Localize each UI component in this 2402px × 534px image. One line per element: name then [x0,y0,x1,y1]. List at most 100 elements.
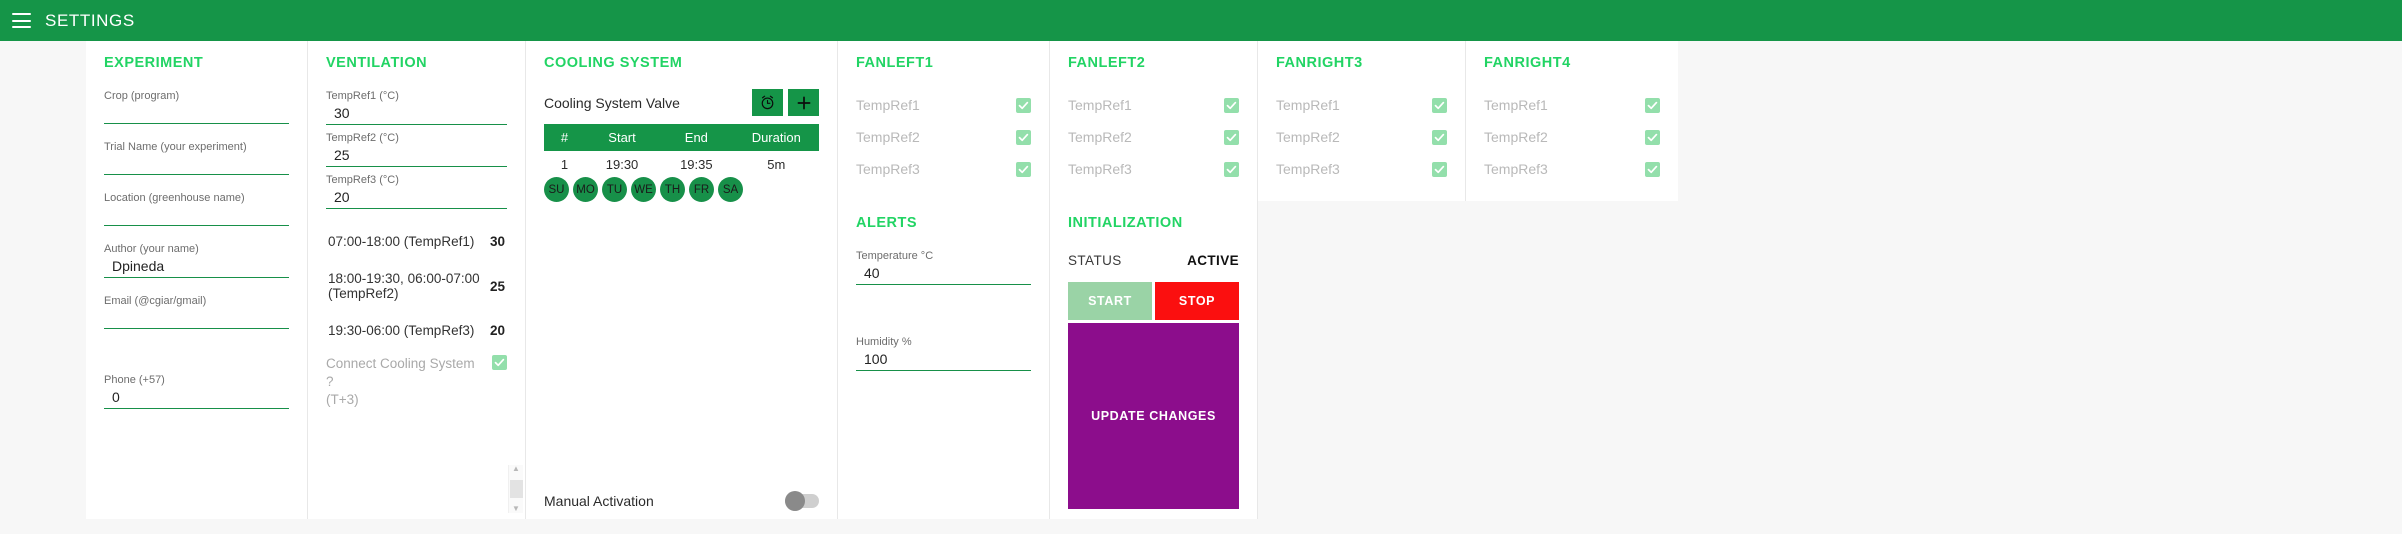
fanright3-tempref2-row[interactable]: TempRef2 [1276,121,1447,153]
toggle-knob [785,491,805,511]
fanleft2-tempref3-checkbox[interactable] [1224,161,1239,177]
day-chip-we[interactable]: WE [631,177,656,202]
schedule-value: 30 [489,234,505,249]
card-title-fanleft2: FANLEFT2 [1068,55,1146,71]
tempref3-input[interactable]: 20 [326,187,507,209]
ventilation-schedule-list: 07:00-18:00 (TempRef1) 30 18:00-19:30, 0… [326,223,507,409]
day-chip-fr[interactable]: FR [689,177,714,202]
card-fanleft1: FANLEFT1 TempRef1 TempRef2 TempRef3 [838,41,1050,201]
phone-input[interactable]: 0 [104,387,289,409]
manual-activation-row: Manual Activation [544,485,819,511]
day-chip-su[interactable]: SU [544,177,569,202]
fanright4-tempref2-row[interactable]: TempRef2 [1484,121,1660,153]
status-badge: ACTIVE [1187,253,1239,268]
fanright3-tempref1-checkbox[interactable] [1432,97,1447,113]
fanright4-tempref1-row[interactable]: TempRef1 [1484,89,1660,121]
location-input[interactable] [104,205,289,226]
card-title-initialization: INITIALIZATION [1068,215,1183,231]
field-label-phone: Phone (+57) [104,374,165,386]
cell-duration: 5m [767,157,786,172]
fanright3-tempref2-checkbox[interactable] [1432,129,1447,145]
alert-humidity-input[interactable]: 100 [856,349,1031,371]
ref-label: TempRef1 [1276,97,1340,113]
table-row[interactable]: 1 19:30 19:35 5m [544,151,819,176]
day-chip-sa[interactable]: SA [718,177,743,202]
schedule-value: 25 [489,278,505,294]
list-item[interactable]: 19:30-06:00 (TempRef3) 20 [326,312,507,349]
card-fanleft2: FANLEFT2 TempRef1 TempRef2 TempRef3 [1050,41,1258,201]
cell-start: 19:30 [605,157,639,172]
tempref2-input[interactable]: 25 [326,145,507,167]
stop-button[interactable]: STOP [1155,282,1239,320]
fanleft1-tempref1-checkbox[interactable] [1016,97,1031,113]
add-schedule-button[interactable] [788,89,819,116]
schedule-range: 19:30-06:00 (TempRef3) [328,323,475,338]
fanright4-tempref3-row[interactable]: TempRef3 [1484,153,1660,185]
column-fanright4: FANRIGHT4 TempRef1 TempRef2 TempRef3 [1466,41,1678,201]
fanleft1-tempref3-row[interactable]: TempRef3 [856,153,1031,185]
field-email: Email (@cgiar/gmail) [104,294,289,329]
day-chip-tu[interactable]: TU [602,177,627,202]
card-title-ventilation: VENTILATION [326,55,428,71]
fanright3-tempref3-checkbox[interactable] [1432,161,1447,177]
fanleft1-tempref2-row[interactable]: TempRef2 [856,121,1031,153]
manual-activation-label: Manual Activation [544,493,654,509]
ref-label: TempRef1 [1068,97,1132,113]
ref-label: TempRef3 [1484,161,1548,177]
scrollbar-thumb[interactable] [509,480,523,498]
scroll-down-icon[interactable]: ▼ [512,505,520,513]
fanright3-tempref1-row[interactable]: TempRef1 [1276,89,1447,121]
hamburger-menu-icon[interactable] [12,13,31,28]
fanright3-tempref3-row[interactable]: TempRef3 [1276,153,1447,185]
fanleft2-tempref2-checkbox[interactable] [1224,129,1239,145]
update-changes-button[interactable]: UPDATE CHANGES [1068,323,1239,509]
alert-temperature-input[interactable]: 40 [856,263,1031,285]
fanright4-tempref2-checkbox[interactable] [1645,129,1660,145]
settings-board: EXPERIMENT Crop (program) Trial Name (yo… [0,41,2402,534]
column-fanright3: FANRIGHT3 TempRef1 TempRef2 TempRef3 [1258,41,1466,201]
ventilation-scrollbar[interactable]: ▲ ▼ [508,465,523,513]
fanleft2-tempref2-row[interactable]: TempRef2 [1068,121,1239,153]
fanright4-tempref1-checkbox[interactable] [1645,97,1660,113]
field-tempref1: TempRef1 (°C) 30 [326,89,507,125]
fanleft1-tempref2-checkbox[interactable] [1016,129,1031,145]
card-ventilation: VENTILATION TempRef1 (°C) 30 TempRef2 (°… [308,41,526,519]
start-stop-row: START STOP [1068,282,1239,320]
card-title-cooling-system: COOLING SYSTEM [544,55,683,71]
list-item[interactable]: 07:00-18:00 (TempRef1) 30 [326,223,507,260]
day-chip-th[interactable]: TH [660,177,685,202]
column-fanleft2-initialization: FANLEFT2 TempRef1 TempRef2 TempRef3 INIT… [1050,41,1258,519]
day-chip-mo[interactable]: MO [573,177,598,202]
fanleft2-tempref3-row[interactable]: TempRef3 [1068,153,1239,185]
alarm-clock-button[interactable] [752,89,783,116]
cell-num: 1 [560,157,569,172]
connect-cooling-system-row[interactable]: Connect Cooling System ? (T+3) [326,349,507,409]
plus-icon [796,95,812,111]
tempref1-input[interactable]: 30 [326,103,507,125]
field-label-tempref3: TempRef3 (°C) [326,174,399,186]
ref-label: TempRef2 [1484,129,1548,145]
column-cooling: COOLING SYSTEM Cooling System Valve # St… [526,41,838,519]
page-title: SETTINGS [45,10,135,30]
fanright4-tempref3-checkbox[interactable] [1645,161,1660,177]
card-title-experiment: EXPERIMENT [104,55,204,71]
email-input[interactable] [104,308,289,329]
fanleft2-tempref1-row[interactable]: TempRef1 [1068,89,1239,121]
connect-cooling-system-checkbox[interactable] [492,355,507,370]
manual-activation-toggle[interactable] [785,491,819,511]
fanleft1-tempref1-row[interactable]: TempRef1 [856,89,1031,121]
start-button[interactable]: START [1068,282,1152,320]
status-label: STATUS [1068,253,1122,268]
card-initialization: INITIALIZATION STATUS ACTIVE START STOP … [1050,201,1258,519]
column-fanleft1-alerts: FANLEFT1 TempRef1 TempRef2 TempRef3 ALER… [838,41,1050,519]
cooling-valve-row: Cooling System Valve [544,89,819,116]
field-tempref3: TempRef3 (°C) 20 [326,173,507,209]
trial-name-input[interactable] [104,154,289,175]
cell-end: 19:35 [680,157,713,172]
list-item[interactable]: 18:00-19:30, 06:00-07:00 (TempRef2) 25 [326,260,507,312]
fanleft2-tempref1-checkbox[interactable] [1224,97,1239,113]
author-input[interactable]: Dpineda [104,256,289,278]
crop-input[interactable] [104,103,289,124]
scroll-up-icon[interactable]: ▲ [512,465,520,473]
fanleft1-tempref3-checkbox[interactable] [1016,161,1031,177]
